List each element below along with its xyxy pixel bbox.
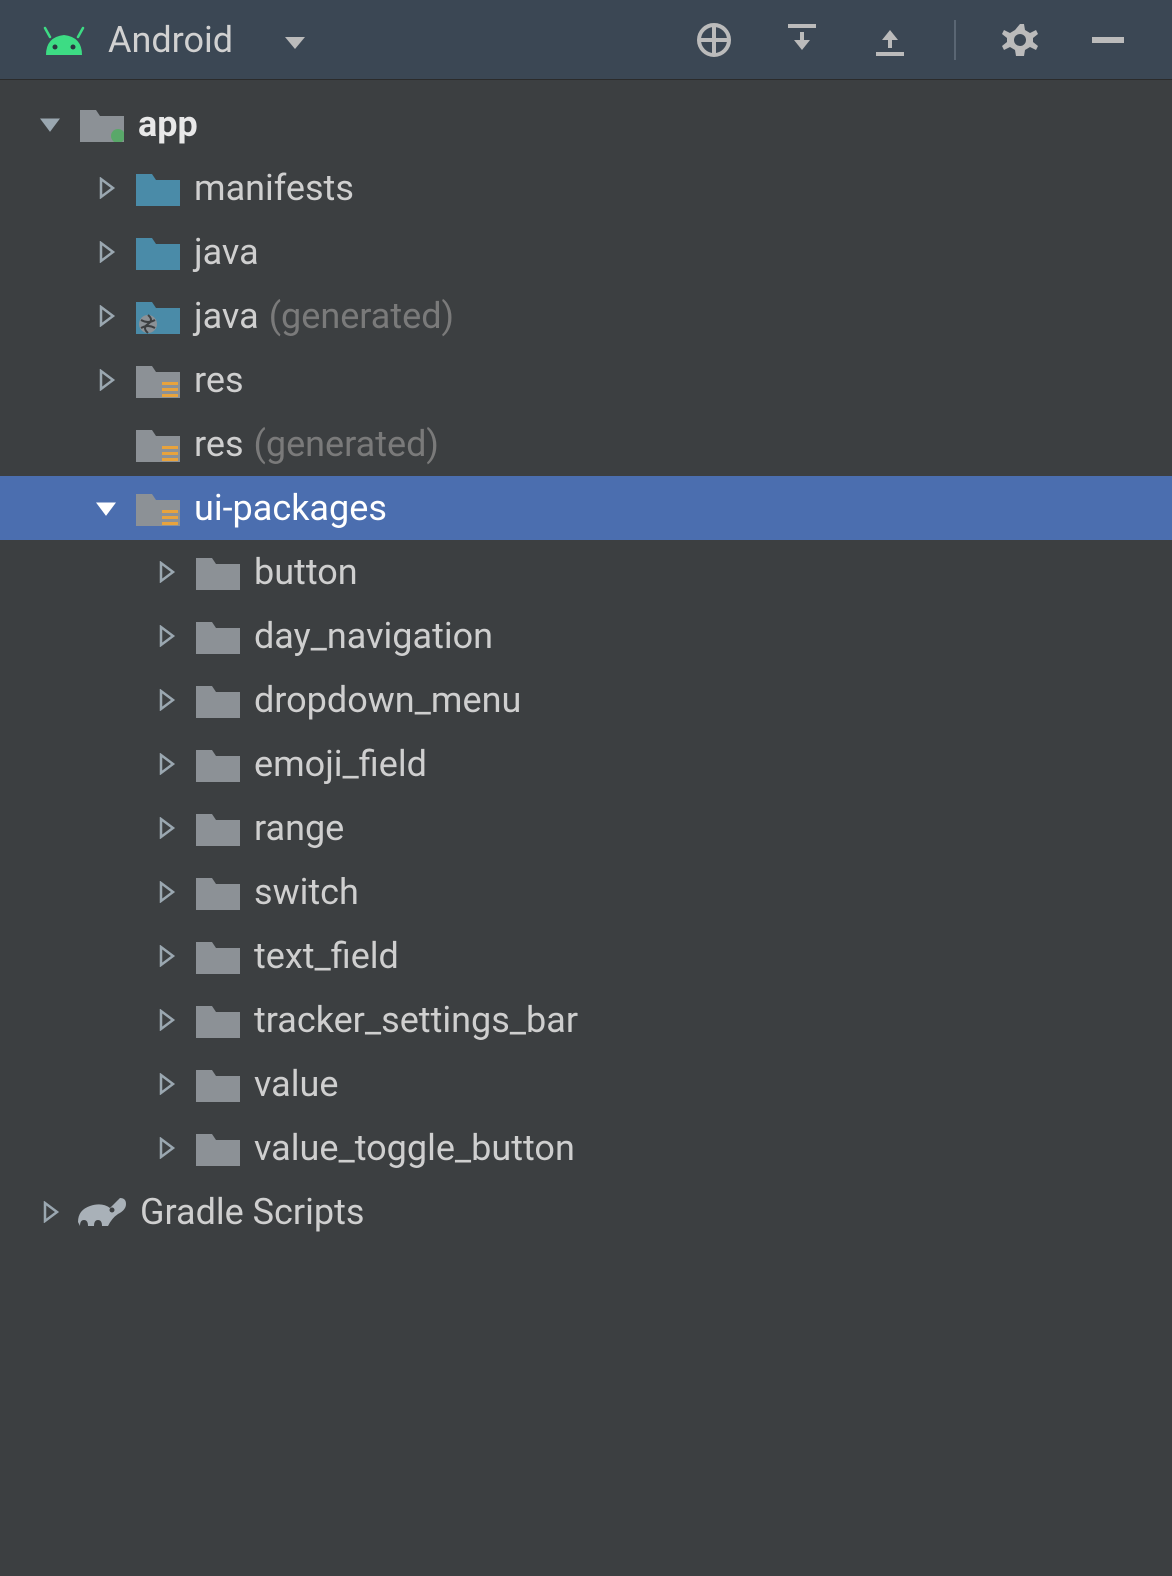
tree-item-day-navigation[interactable]: day_navigation — [0, 604, 1172, 668]
separator — [954, 20, 956, 60]
tree-item-app[interactable]: app — [0, 92, 1172, 156]
chevron-right-icon[interactable] — [146, 936, 186, 976]
tree-item-label: app — [138, 103, 198, 145]
folder-icon — [196, 746, 240, 782]
folder-icon — [196, 1002, 240, 1038]
tree-item-value-toggle-button[interactable]: value_toggle_button — [0, 1116, 1172, 1180]
folder-icon — [136, 234, 180, 270]
tree-item-label: button — [254, 551, 358, 593]
tree-item-label: tracker_settings_bar — [254, 999, 578, 1041]
tree-item-label: java — [194, 295, 259, 337]
folder-icon — [196, 810, 240, 846]
tree-item-text-field[interactable]: text_field — [0, 924, 1172, 988]
chevron-right-icon[interactable] — [146, 616, 186, 656]
tree-item-tracker-settings-bar[interactable]: tracker_settings_bar — [0, 988, 1172, 1052]
panel-header: Android — [0, 0, 1172, 80]
android-icon — [40, 25, 88, 55]
tree-item-switch[interactable]: switch — [0, 860, 1172, 924]
tree-item-manifests[interactable]: manifests — [0, 156, 1172, 220]
tree-item-label: manifests — [194, 167, 354, 209]
expand-all-icon[interactable] — [778, 16, 826, 64]
tree-item-dropdown-menu[interactable]: dropdown_menu — [0, 668, 1172, 732]
tree-item-ui-packages[interactable]: ui-packages — [0, 476, 1172, 540]
chevron-right-icon[interactable] — [30, 1192, 70, 1232]
generated-folder-icon — [136, 298, 180, 334]
tree-item-emoji-field[interactable]: emoji_field — [0, 732, 1172, 796]
project-tree: app manifests java — [0, 80, 1172, 1244]
chevron-down-icon[interactable] — [30, 104, 70, 144]
tree-item-button[interactable]: button — [0, 540, 1172, 604]
folder-icon — [196, 554, 240, 590]
folder-icon — [196, 938, 240, 974]
tree-item-secondary-label: (generated) — [269, 295, 454, 337]
select-opened-file-icon[interactable] — [690, 16, 738, 64]
tree-item-label: dropdown_menu — [254, 679, 521, 721]
chevron-down-icon — [283, 20, 307, 60]
hide-icon[interactable] — [1084, 16, 1132, 64]
tree-item-value[interactable]: value — [0, 1052, 1172, 1116]
tree-item-label: java — [194, 231, 259, 273]
tree-item-label: Gradle Scripts — [140, 1191, 364, 1233]
tree-item-label: value_toggle_button — [254, 1127, 575, 1169]
tree-item-gradle-scripts[interactable]: Gradle Scripts — [0, 1180, 1172, 1244]
view-selector[interactable]: Android — [40, 19, 307, 61]
chevron-right-icon[interactable] — [146, 1128, 186, 1168]
chevron-right-icon[interactable] — [86, 296, 126, 336]
chevron-right-icon[interactable] — [86, 360, 126, 400]
tree-item-label: res — [194, 423, 244, 465]
folder-icon — [196, 1066, 240, 1102]
tree-item-label: ui-packages — [194, 487, 387, 529]
chevron-right-icon[interactable] — [146, 680, 186, 720]
tree-item-label: day_navigation — [254, 615, 493, 657]
gear-icon[interactable] — [996, 16, 1044, 64]
tree-item-range[interactable]: range — [0, 796, 1172, 860]
folder-icon — [196, 682, 240, 718]
chevron-right-icon[interactable] — [146, 744, 186, 784]
chevron-right-icon[interactable] — [146, 872, 186, 912]
chevron-down-icon[interactable] — [86, 488, 126, 528]
folder-icon — [196, 874, 240, 910]
folder-icon — [196, 618, 240, 654]
folder-icon — [196, 1130, 240, 1166]
tree-item-res-generated[interactable]: res (generated) — [0, 412, 1172, 476]
tree-item-java[interactable]: java — [0, 220, 1172, 284]
chevron-right-icon[interactable] — [146, 808, 186, 848]
tree-item-label: emoji_field — [254, 743, 427, 785]
resource-folder-icon — [136, 490, 180, 526]
tree-item-label: switch — [254, 871, 359, 913]
tree-item-label: res — [194, 359, 244, 401]
chevron-right-icon[interactable] — [146, 552, 186, 592]
view-selector-label: Android — [108, 19, 233, 61]
chevron-right-icon[interactable] — [146, 1000, 186, 1040]
chevron-right-icon[interactable] — [86, 232, 126, 272]
collapse-all-icon[interactable] — [866, 16, 914, 64]
module-folder-icon — [80, 106, 124, 142]
tree-item-res[interactable]: res — [0, 348, 1172, 412]
folder-icon — [136, 170, 180, 206]
chevron-right-icon[interactable] — [86, 168, 126, 208]
gradle-icon — [78, 1192, 128, 1232]
toolbar — [690, 16, 1132, 64]
tree-item-label: range — [254, 807, 344, 849]
tree-item-label: value — [254, 1063, 338, 1105]
resource-folder-icon — [136, 426, 180, 462]
resource-folder-icon — [136, 362, 180, 398]
chevron-right-icon[interactable] — [146, 1064, 186, 1104]
tree-item-label: text_field — [254, 935, 399, 977]
tree-item-java-generated[interactable]: java (generated) — [0, 284, 1172, 348]
tree-item-secondary-label: (generated) — [254, 423, 439, 465]
